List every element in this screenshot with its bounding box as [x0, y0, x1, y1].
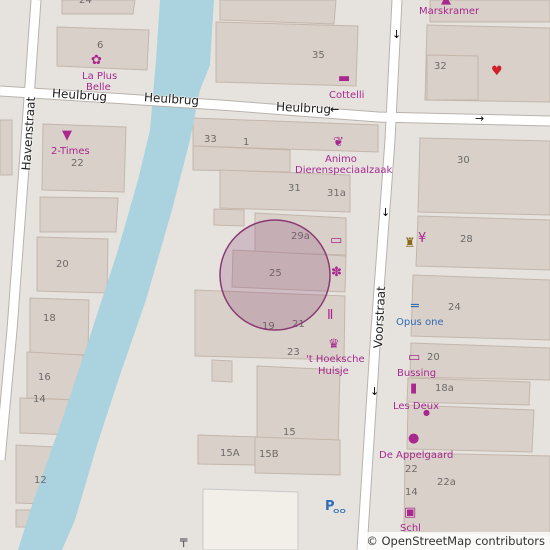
beauty-icon[interactable]: ✿: [91, 54, 102, 67]
map-view[interactable]: Heulbrug Heulbrug Heulbrug Havenstraat V…: [0, 0, 550, 550]
house-number: 24: [448, 302, 461, 313]
greengrocer-apple-icon[interactable]: ●: [408, 432, 419, 445]
shoe-shop-icon[interactable]: ▬: [338, 72, 350, 85]
shop-icon[interactable]: Ⅱ: [327, 309, 333, 322]
house-number: 1: [243, 137, 250, 148]
parking-area: [202, 488, 299, 550]
book-icon[interactable]: ▣: [404, 506, 416, 519]
bench-icon[interactable]: ╤: [180, 534, 187, 546]
house-number: 15A: [220, 448, 240, 459]
clothes-shirt-icon[interactable]: ▼: [62, 129, 72, 142]
poi-label-opus-one[interactable]: Opus one: [396, 318, 444, 328]
house-number: 21: [292, 319, 305, 330]
house-number: 33: [204, 134, 217, 145]
house-number: 22: [71, 158, 84, 169]
poi-label-marskramer[interactable]: Marskramer: [419, 7, 479, 17]
attribution[interactable]: © OpenStreetMap contributors: [361, 532, 550, 550]
house-number: 29a: [291, 231, 310, 242]
street-voorstraat: Voorstraat: [371, 285, 389, 349]
house-number: 12: [34, 475, 47, 486]
house-number: 14: [33, 394, 46, 405]
house-number: 15B: [259, 449, 279, 460]
poi-label-2-times[interactable]: 2-Times: [51, 147, 90, 157]
poi-label-cottelli[interactable]: Cottelli: [329, 91, 364, 101]
poi-label-animo[interactable]: Animo: [325, 155, 357, 165]
house-number: 32: [434, 61, 447, 72]
hotel-bed-icon[interactable]: ═: [411, 300, 419, 313]
house-number: 15: [283, 427, 296, 438]
house-number: 20: [56, 259, 69, 270]
poi-label-hoeksche[interactable]: 't Hoeksche: [306, 355, 365, 365]
house-number: 31: [288, 183, 301, 194]
oneway-arrow-right-icon: →: [475, 112, 485, 125]
oneway-arrow-left-icon: ←: [330, 103, 340, 116]
florist-icon[interactable]: ✽: [331, 266, 342, 279]
street-heulbrug-3: Heulbrug: [275, 99, 332, 117]
oneway-arrow-down-icon: ↓: [370, 385, 380, 398]
poi-label-les-deux[interactable]: Les Deux: [393, 402, 439, 412]
house-number: 6: [97, 40, 104, 51]
house-number: 16: [38, 372, 51, 383]
house-number: 23: [287, 347, 300, 358]
house-number: 35: [312, 50, 325, 61]
oneway-arrow-down-icon: ↓: [381, 206, 391, 219]
pet-paw-icon[interactable]: ❦: [333, 136, 344, 149]
house-number: 24: [79, 0, 92, 6]
memorial-icon[interactable]: ♜: [404, 237, 416, 250]
oneway-arrow-down-icon: ↓: [392, 28, 402, 41]
bicycle-parking-icon[interactable]: ⴰⴰ: [333, 506, 346, 516]
perfume-icon[interactable]: ▮: [410, 382, 417, 395]
poi-label-de-appelgaard[interactable]: De Appelgaard: [379, 451, 453, 461]
poi-label-laplus-belle[interactable]: Belle: [86, 83, 111, 93]
house-number: 14: [405, 487, 418, 498]
house-number: 19: [262, 321, 275, 332]
house-number: 30: [457, 155, 470, 166]
house-number: 28: [460, 234, 473, 245]
poi-label-dierenspeciaalzaak[interactable]: Dierenspeciaalzaak: [295, 166, 392, 176]
dentist-tooth-icon[interactable]: ♥: [491, 65, 503, 78]
street-heulbrug-2: Heulbrug: [143, 90, 200, 108]
poi-label-bussing[interactable]: Bussing: [397, 369, 436, 379]
house-number: 18a: [435, 383, 454, 394]
house-number: 22a: [437, 477, 456, 488]
house-number: 20: [427, 352, 440, 363]
house-number: 22: [405, 464, 418, 475]
poi-label-laplus[interactable]: La Plus: [82, 72, 117, 82]
bakery-icon[interactable]: ▭: [330, 234, 342, 247]
house-number: 18: [43, 313, 56, 324]
poi-label-huisje[interactable]: Huisje: [318, 367, 349, 377]
bakery-icon[interactable]: ▭: [408, 351, 420, 364]
house-number: 31a: [327, 188, 346, 199]
restaurant-icon[interactable]: ¥: [418, 232, 426, 245]
cake-icon[interactable]: ♛: [328, 338, 340, 351]
house-number: 25: [269, 268, 282, 279]
